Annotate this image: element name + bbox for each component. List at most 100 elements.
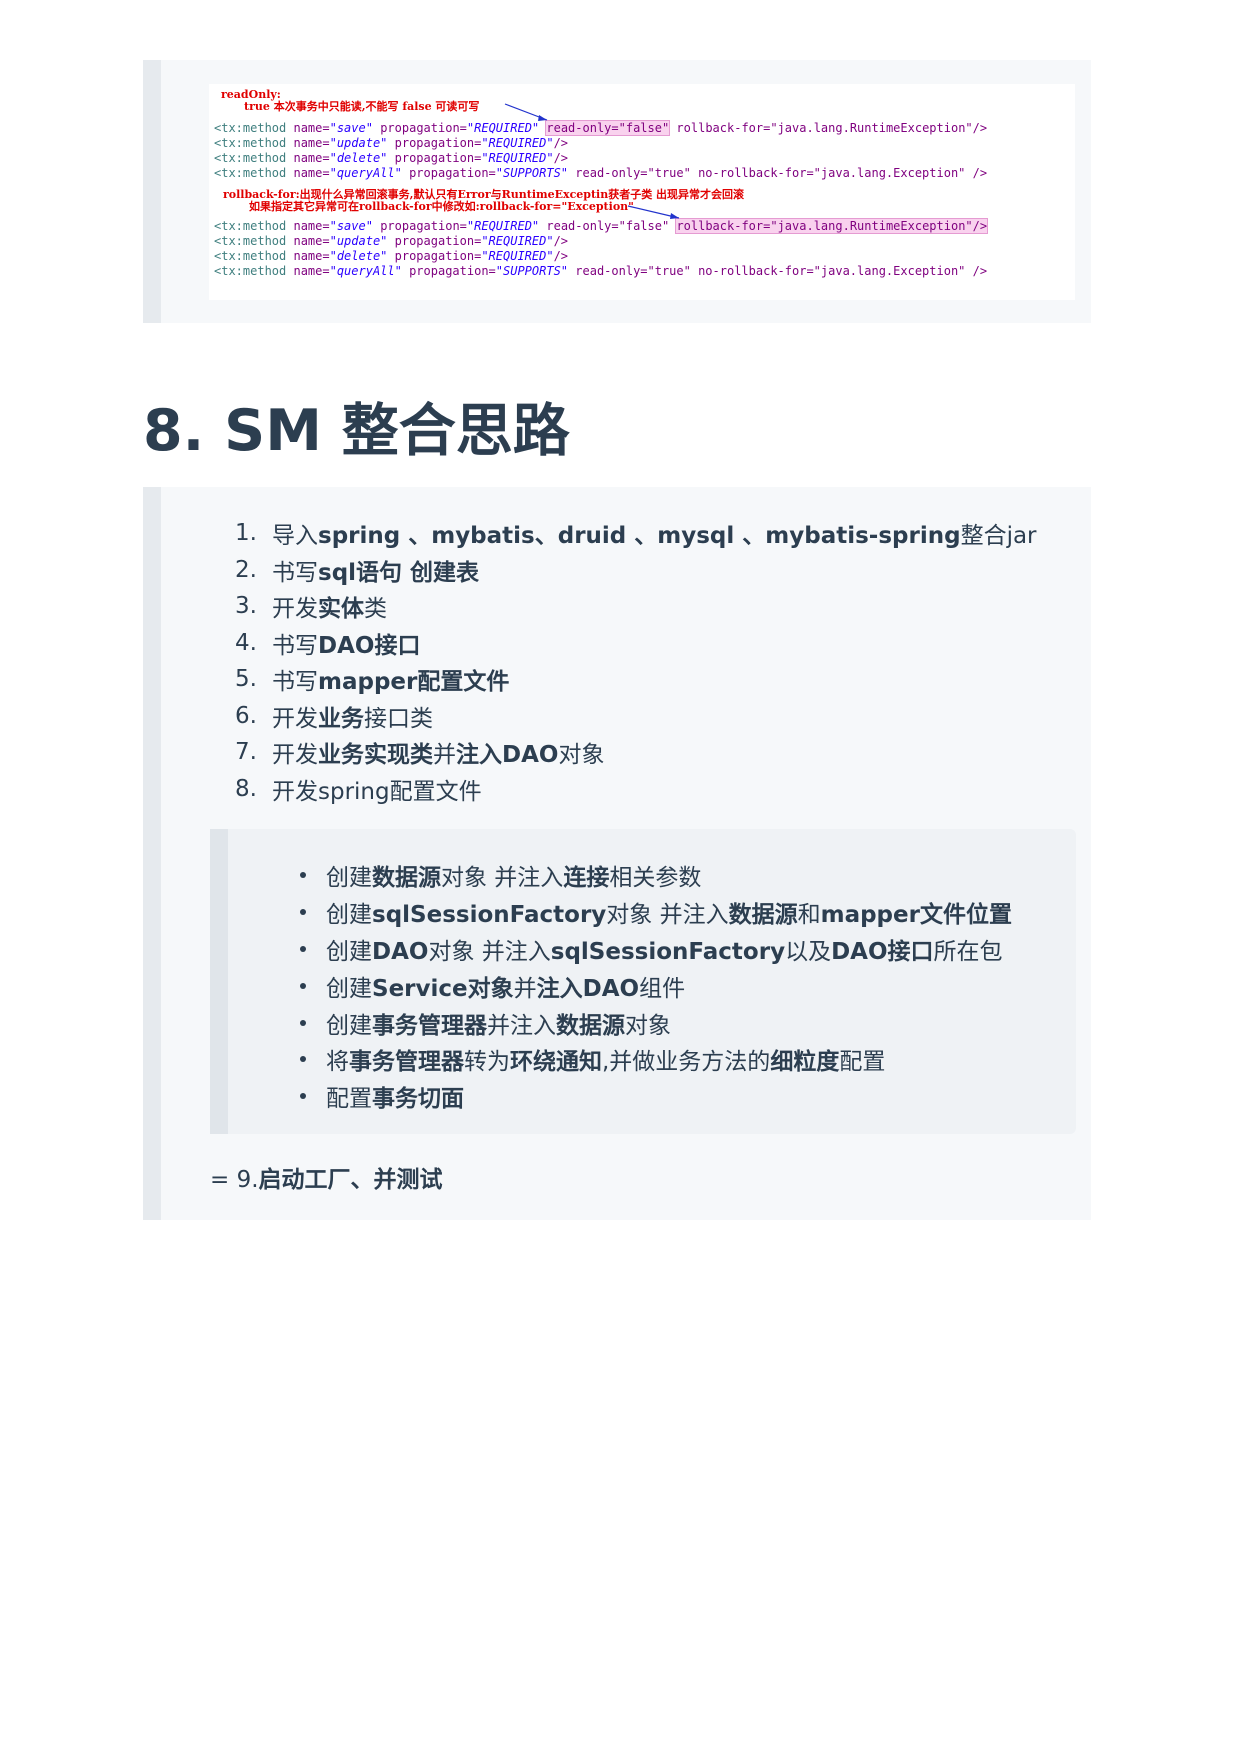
bold-text: 事务管理器 [372, 1012, 487, 1039]
text: 对象 [558, 742, 605, 769]
text: 所在包 [933, 938, 1003, 965]
list-item-text: 将事务管理器转为环绕通知,并做业务方法的细粒度配置 [326, 1042, 885, 1076]
text: 创建 [326, 1012, 372, 1039]
list-number: 1. [235, 520, 257, 547]
text: 以及 [785, 938, 832, 965]
final-step-line: = 9.启动工厂、并测试 [210, 1160, 443, 1194]
bold-text: 业务实现类 [318, 742, 433, 769]
text: 书写 [272, 632, 318, 659]
list-item-text: 开发业务实现类并注入DAO对象 [272, 735, 604, 769]
text: 创建 [326, 902, 372, 929]
list-item: 8. 开发spring配置文件 [225, 771, 1037, 808]
bold-text: sqlSessionFactory [550, 938, 786, 965]
list-item-text: 创建sqlSessionFactory对象 并注入数据源和mapper文件位置 [326, 895, 1012, 929]
text: 相关参数 [609, 865, 702, 892]
code-image-blockquote: readOnly: true 本次事务中只能读,不能写 false 可读可写 <… [143, 60, 1091, 323]
bullet-icon [300, 1056, 306, 1063]
list-item-text: 导入spring 、mybatis、druid 、mysql 、mybatis-… [272, 516, 1037, 550]
text: = 9. [210, 1167, 259, 1193]
text: 导入 [272, 523, 318, 550]
text: 开发 [272, 596, 318, 623]
text: 创建 [326, 865, 372, 892]
bullet-icon [300, 872, 306, 879]
bold-text: sql语句 创建表 [318, 559, 480, 586]
list-number: 8. [235, 775, 257, 802]
annotation-arrows [504, 103, 680, 219]
bold-text: 事务管理器 [349, 1049, 464, 1076]
list-item: 7. 开发业务实现类并注入DAO对象 [225, 734, 1037, 771]
text: 组件 [639, 975, 686, 1002]
spring-config-blockquote: 创建数据源对象 并注入连接相关参数 创建sqlSessionFactory对象 并… [210, 829, 1076, 1134]
bold-text: 注入 [536, 975, 583, 1002]
list-item-text: 开发spring配置文件 [272, 772, 482, 806]
list-item: 配置事务切面 [300, 1078, 1012, 1115]
bold-text: 连接 [563, 865, 610, 892]
text: 创建 [326, 975, 372, 1002]
list-item-text: 创建事务管理器并注入数据源对象 [326, 1006, 671, 1040]
text: 接口类 [364, 705, 433, 732]
text: 开发spring配置文件 [272, 778, 482, 805]
list-item: 3. 开发实体类 [225, 588, 1037, 625]
list-item: 创建数据源对象 并注入连接相关参数 [300, 857, 1012, 894]
steps-list: 1. 导入spring 、mybatis、druid 、mysql 、mybati… [225, 515, 1037, 808]
list-item-text: 书写sql语句 创建表 [272, 553, 479, 587]
text: 书写 [272, 559, 318, 586]
list-item-text: 创建DAO对象 并注入sqlSessionFactory以及DAO接口所在包 [326, 932, 1003, 966]
list-item-text: 书写DAO接口 [272, 626, 420, 660]
list-item: 创建DAO对象 并注入sqlSessionFactory以及DAO接口所在包 [300, 931, 1012, 968]
code-screenshot: readOnly: true 本次事务中只能读,不能写 false 可读可写 <… [209, 84, 1075, 300]
text: 并 [513, 975, 537, 1002]
bold-text: 事务切面 [372, 1086, 464, 1113]
bullet-icon [300, 909, 306, 916]
bold-text: 启动工厂、并测试 [258, 1167, 443, 1193]
text: 和 [797, 902, 821, 929]
list-item: 创建Service对象并注入DAO组件 [300, 967, 1012, 1004]
text: 对象 并注入 [606, 902, 729, 929]
text: ,并做业务方法的 [602, 1049, 771, 1076]
bold-text: 实体 [318, 596, 364, 623]
bullet-icon [300, 1019, 306, 1026]
text: 书写 [272, 669, 318, 696]
list-item-text: 配置事务切面 [326, 1079, 464, 1113]
bold-text: DAO [372, 938, 429, 965]
list-item: 2. 书写sql语句 创建表 [225, 552, 1037, 589]
list-number: 6. [235, 702, 257, 729]
text: 并注入 [487, 1012, 556, 1039]
text: 并 [433, 742, 456, 769]
text: 对象 并注入 [441, 865, 564, 892]
list-item: 1. 导入spring 、mybatis、druid 、mysql 、mybati… [225, 515, 1037, 552]
bullet-icon [300, 982, 306, 989]
list-item: 6. 开发业务接口类 [225, 698, 1037, 735]
bullet-icon [300, 1093, 306, 1100]
list-item: 将事务管理器转为环绕通知,并做业务方法的细粒度配置 [300, 1041, 1012, 1078]
text: 整合jar [960, 523, 1037, 550]
text: 对象 [625, 1012, 671, 1039]
text: 开发 [272, 705, 318, 732]
bold-text: 数据源 [556, 1012, 625, 1039]
text: 配置 [839, 1049, 886, 1076]
list-item-text: 开发业务接口类 [272, 699, 433, 733]
text: 将 [326, 1049, 349, 1076]
bold-text: DAO接口 [831, 938, 934, 965]
text: 配置 [326, 1086, 372, 1113]
list-number: 2. [235, 556, 257, 583]
bold-text: Service对象 [372, 975, 514, 1002]
bold-text: 环绕通知 [510, 1049, 602, 1076]
bold-text: 业务 [318, 705, 364, 732]
list-item: 4. 书写DAO接口 [225, 625, 1037, 662]
bold-text: 数据源 [372, 865, 441, 892]
list-number: 7. [235, 739, 257, 766]
main-blockquote: 1. 导入spring 、mybatis、druid 、mysql 、mybati… [143, 487, 1091, 1220]
bold-text: DAO [582, 975, 640, 1002]
list-item-text: 创建数据源对象 并注入连接相关参数 [326, 858, 701, 892]
text: 开发 [272, 742, 318, 769]
bullet-icon [300, 945, 306, 952]
text: 类 [364, 596, 387, 623]
bold-text: 细粒度 [770, 1049, 840, 1076]
bold-text: 注入DAO [456, 742, 559, 769]
list-number: 5. [235, 666, 257, 693]
page-title: 8. SM 整合思路 [143, 398, 570, 464]
list-item: 创建sqlSessionFactory对象 并注入数据源和mapper文件位置 [300, 894, 1012, 931]
text: 转为 [464, 1049, 510, 1076]
text: 创建 [326, 938, 372, 965]
